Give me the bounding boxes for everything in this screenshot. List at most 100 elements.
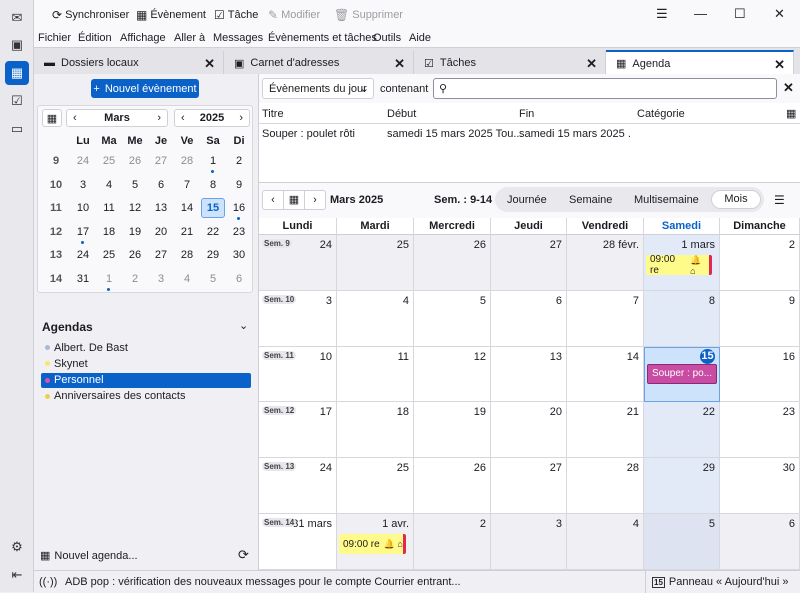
day-cell[interactable]: 18 xyxy=(337,402,414,459)
week-number[interactable]: 12 xyxy=(44,222,68,242)
day-cell[interactable]: 12 xyxy=(414,346,491,403)
mail-icon[interactable]: ✉ xyxy=(5,6,29,30)
day-cell[interactable]: 3 xyxy=(491,514,567,570)
day-cell[interactable]: 25 xyxy=(337,458,414,514)
week-number[interactable]: 14 xyxy=(44,269,68,289)
mode-month[interactable]: Mois xyxy=(711,190,761,209)
mini-day[interactable]: 8 xyxy=(201,175,225,195)
today-icon[interactable]: ▦ xyxy=(283,191,305,209)
mini-day[interactable]: 3 xyxy=(71,175,95,195)
chat-icon[interactable]: ▭ xyxy=(5,117,29,141)
mini-day[interactable]: 3 xyxy=(149,269,173,289)
maximize-icon[interactable]: ☐ xyxy=(734,6,746,22)
tab-address-book[interactable]: ▣ Carnet d'adresses ✕ xyxy=(224,51,414,75)
mini-day[interactable]: 21 xyxy=(175,222,199,242)
day-cell[interactable]: 17 Sem. 12 xyxy=(259,402,337,459)
mini-day[interactable]: 2 xyxy=(227,151,251,171)
mini-day[interactable]: 25 xyxy=(97,245,121,265)
modify-button[interactable]: ✎ Modifier xyxy=(268,8,320,22)
mini-day[interactable]: 14 xyxy=(175,198,199,218)
table-row[interactable]: Souper : poulet rôti samedi 15 mars 2025… xyxy=(259,124,800,142)
address-book-icon[interactable]: ▣ xyxy=(5,33,29,57)
menu-messages[interactable]: Messages xyxy=(213,32,263,44)
prev-month-icon[interactable]: ‹ xyxy=(73,112,77,124)
menu-help[interactable]: Aide xyxy=(409,32,431,44)
minimize-icon[interactable]: — xyxy=(694,6,707,21)
event-filter-select[interactable]: Évènements du jour ⌄ xyxy=(262,78,374,99)
day-cell[interactable]: 23 xyxy=(720,402,800,459)
day-cell[interactable]: 7 xyxy=(567,290,644,347)
next-month-icon[interactable]: › xyxy=(157,112,161,124)
day-cell[interactable]: 13 xyxy=(491,346,567,403)
week-number[interactable]: 10 xyxy=(44,175,68,195)
day-cell[interactable]: 27 xyxy=(491,235,567,291)
week-label[interactable]: Sem. 14 xyxy=(262,518,297,527)
day-cell[interactable]: 19 xyxy=(414,402,491,459)
mini-day[interactable]: 30 xyxy=(227,245,251,265)
day-cell[interactable]: 14 xyxy=(567,346,644,403)
day-cell[interactable]: 4 xyxy=(337,290,414,347)
mini-day[interactable]: 13 xyxy=(149,198,173,218)
day-cell[interactable]: 26 xyxy=(414,235,491,291)
mini-day[interactable]: 11 xyxy=(97,198,121,218)
prev-year-icon[interactable]: ‹ xyxy=(181,112,185,124)
mini-day[interactable]: 6 xyxy=(149,175,173,195)
mini-day[interactable]: 16 xyxy=(227,198,251,220)
week-label[interactable]: Sem. 13 xyxy=(262,462,297,472)
mini-day[interactable]: 25 xyxy=(97,151,121,171)
day-cell[interactable]: 30 xyxy=(720,458,800,514)
day-cell[interactable]: 9 xyxy=(720,290,800,347)
day-cell[interactable]: 6 xyxy=(491,290,567,347)
mini-day[interactable]: 1 xyxy=(201,151,225,173)
day-cell[interactable]: 28 févr. xyxy=(567,235,644,291)
day-cell[interactable]: 20 xyxy=(491,402,567,459)
mini-day[interactable]: 22 xyxy=(201,222,225,242)
mode-day[interactable]: Journée xyxy=(507,194,547,206)
close-tab-icon[interactable]: ✕ xyxy=(586,56,597,72)
close-tab-icon[interactable]: ✕ xyxy=(204,56,215,72)
today-pane-button[interactable]: 15 Panneau « Aujourd'hui » xyxy=(645,571,800,593)
mini-day[interactable]: 4 xyxy=(175,269,199,289)
mini-day[interactable]: 6 xyxy=(227,269,251,289)
mini-day[interactable]: 2 xyxy=(123,269,147,289)
chevron-down-icon[interactable]: ⌄ xyxy=(239,319,248,332)
week-number[interactable]: 9 xyxy=(44,151,68,171)
day-cell[interactable]: 24 Sem. 9 xyxy=(259,235,337,291)
new-event-toolbar-button[interactable]: ▦ Évènement xyxy=(136,8,206,22)
mini-day[interactable]: 18 xyxy=(97,222,121,242)
day-cell[interactable]: 28 xyxy=(567,458,644,514)
col-end[interactable]: Fin xyxy=(519,108,534,120)
day-cell[interactable]: 3 Sem. 10 xyxy=(259,290,337,347)
mini-day[interactable]: 26 xyxy=(123,151,147,171)
new-event-button[interactable]: + Nouvel évènement xyxy=(91,79,199,98)
col-category[interactable]: Catégorie xyxy=(637,108,685,120)
day-cell[interactable]: 4 xyxy=(567,514,644,570)
new-task-toolbar-button[interactable]: ☑ Tâche xyxy=(214,8,258,22)
day-cell[interactable]: 11 xyxy=(337,346,414,403)
mini-day[interactable]: 31 xyxy=(71,269,95,289)
delete-button[interactable]: 🗑 Supprimer xyxy=(334,8,403,22)
menu-go[interactable]: Aller à xyxy=(174,32,205,44)
tab-local-folders[interactable]: ▬ Dossiers locaux ✕ xyxy=(34,51,224,75)
mini-day[interactable]: 17 xyxy=(71,222,95,244)
day-cell[interactable]: 1 avr. 09:00 re 🔔 ⌂ xyxy=(337,514,414,570)
mini-day[interactable]: 1 xyxy=(97,269,121,291)
day-cell[interactable]: 1 mars 09:00 re 🔔 ⌂ xyxy=(644,235,720,291)
menu-file[interactable]: Fichier xyxy=(38,32,71,44)
mini-day[interactable]: 4 xyxy=(97,175,121,195)
agenda-item[interactable]: Anniversaires des contacts xyxy=(41,389,251,404)
mini-day[interactable]: 7 xyxy=(175,175,199,195)
menu-view[interactable]: Affichage xyxy=(120,32,166,44)
prev-icon[interactable]: ‹ xyxy=(263,191,283,209)
mini-day[interactable]: 28 xyxy=(175,151,199,171)
mini-day[interactable]: 26 xyxy=(123,245,147,265)
birthday-event[interactable]: 09:00 re 🔔 ⌂ xyxy=(646,254,712,276)
column-picker-icon[interactable]: ▦ xyxy=(786,107,796,120)
agenda-item[interactable]: Skynet xyxy=(41,356,251,371)
day-cell[interactable]: 31 mars Sem. 14 xyxy=(259,514,337,570)
day-cell[interactable]: 29 xyxy=(644,458,720,514)
menu-events-tasks[interactable]: Évènements et tâches xyxy=(268,32,377,44)
day-cell[interactable]: 21 xyxy=(567,402,644,459)
sync-button[interactable]: ⟳ Synchroniser xyxy=(52,8,129,22)
week-label[interactable]: Sem. 12 xyxy=(262,406,297,416)
